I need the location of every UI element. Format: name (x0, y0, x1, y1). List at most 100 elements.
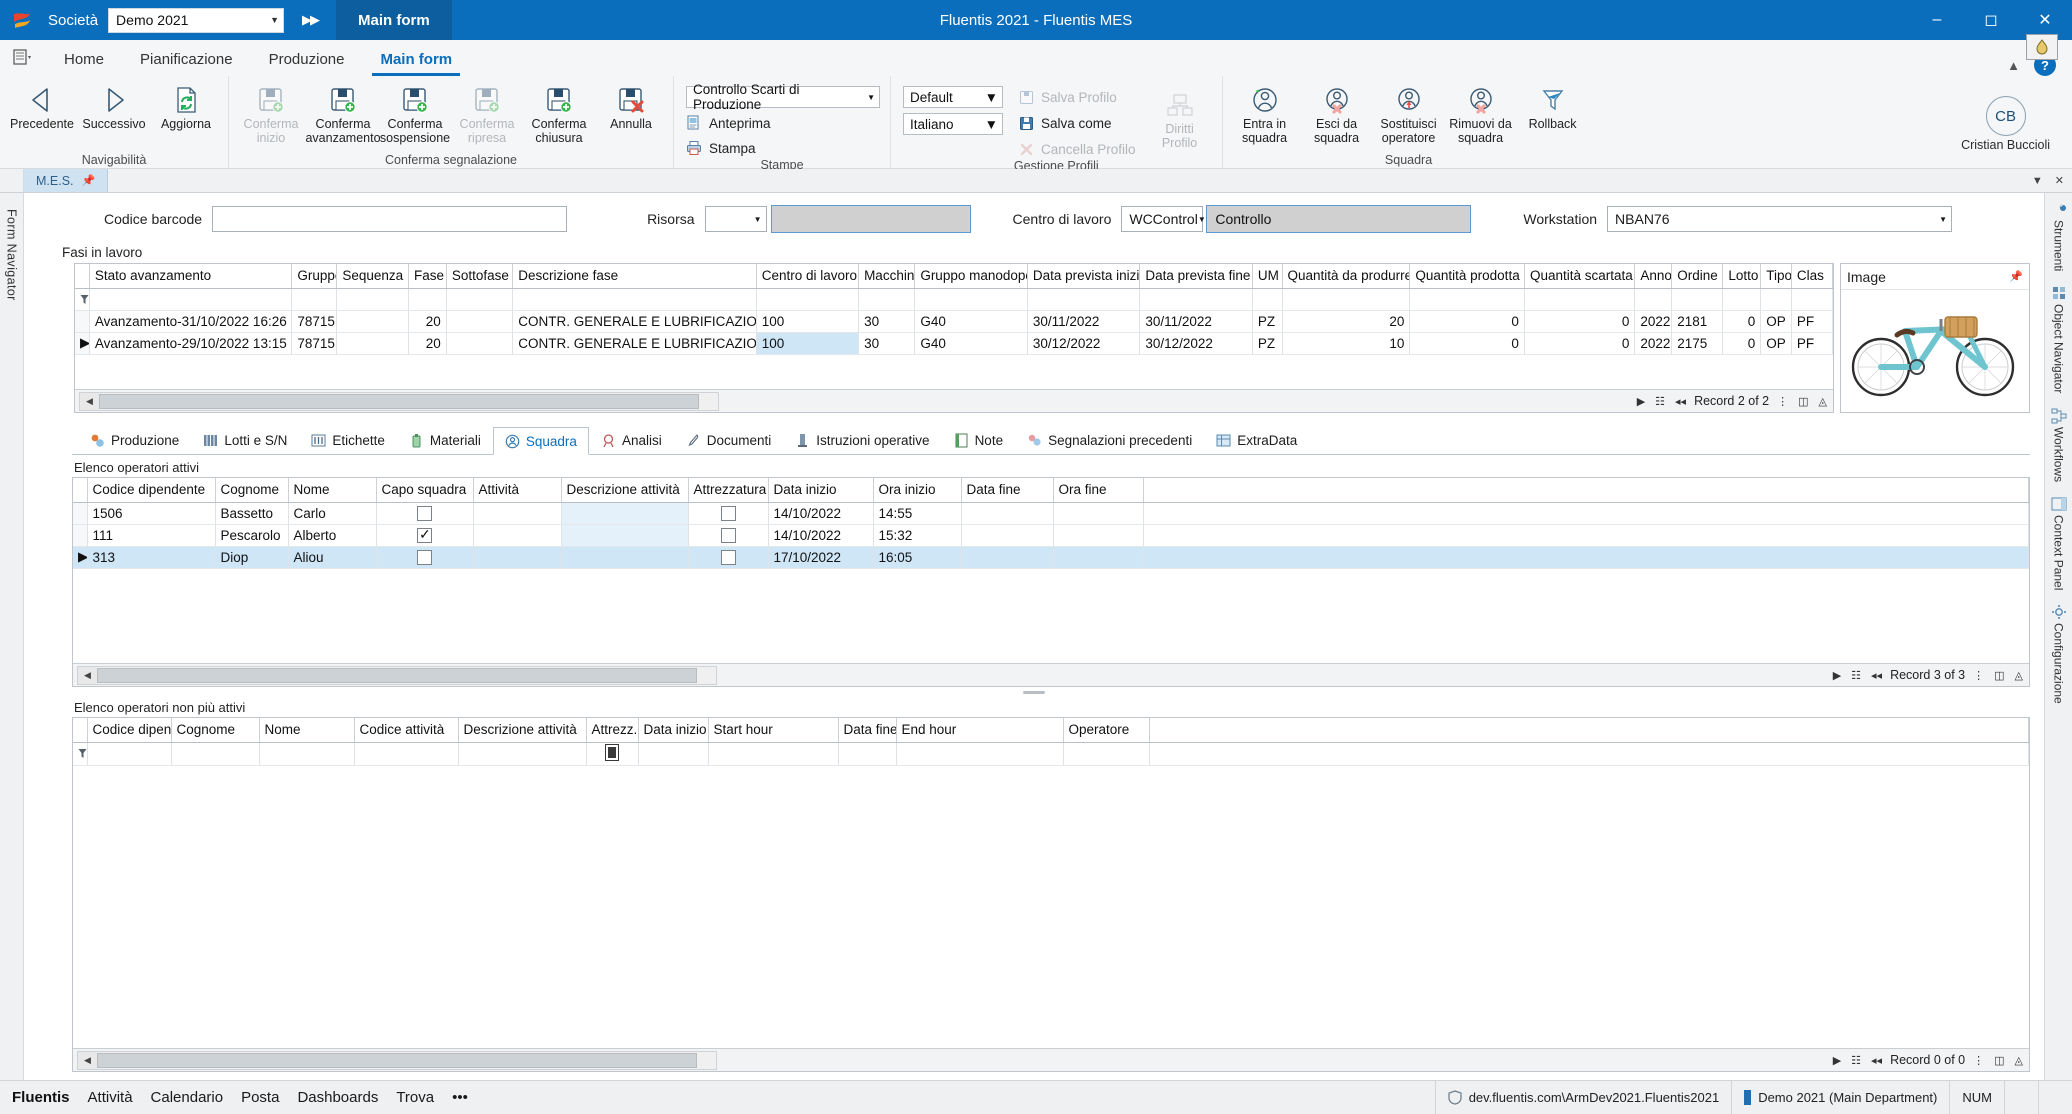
filter-cell[interactable] (259, 742, 355, 766)
tab-extradata[interactable]: ExtraData (1204, 426, 1309, 454)
table-row[interactable]: 111 Pescarolo Alberto 14/10/2022 15:32 (73, 524, 2029, 547)
filter-cell[interactable] (354, 742, 459, 766)
cell-data-fine[interactable] (961, 524, 1054, 547)
cell-ordine[interactable]: 2181 (1671, 310, 1724, 333)
cell-codice-dipendente[interactable]: 1506 (87, 502, 216, 525)
conferma-chiusura-button[interactable]: Conferma chiusura (523, 80, 595, 145)
form-navigator-rail[interactable]: Form Navigator (0, 193, 24, 1080)
cell-anno[interactable]: 2022 (1634, 310, 1673, 333)
filter-cell[interactable] (914, 288, 1028, 311)
cell-data-prevista-fine[interactable]: 30/12/2022 (1139, 332, 1253, 355)
scroll-thumb[interactable] (97, 667, 697, 683)
cell-capo-squadra[interactable] (376, 546, 474, 569)
cell-macchina[interactable]: 30 (858, 310, 916, 333)
cell-attivita[interactable] (473, 502, 562, 525)
status-trova[interactable]: Trova (396, 1089, 434, 1106)
col-quantita-da-produrre[interactable]: Quantità da produrre (1282, 264, 1411, 289)
cell-stato-avanzamento[interactable]: Avanzamento-29/10/2022 13:15 (89, 332, 293, 355)
col-data-inizio[interactable]: Data inizio (638, 718, 709, 743)
tab-etichette[interactable]: Etichette (299, 426, 397, 454)
cancella-profilo-button[interactable]: Cancella Profilo (1019, 139, 1136, 159)
pin-icon[interactable]: 📌 (82, 174, 96, 187)
rail-item-configurazione[interactable]: Configurazione (2051, 604, 2067, 704)
cell-quantita-prodotta[interactable]: 0 (1409, 310, 1525, 333)
cell-centro-di-lavoro[interactable]: 100 (756, 310, 860, 333)
cell-ora-inizio[interactable]: 15:32 (873, 524, 962, 547)
next-record-icon[interactable]: ▶ (1831, 669, 1843, 682)
tab-lotti-sn[interactable]: Lotti e S/N (191, 426, 299, 454)
cell-quantita-scartata[interactable]: 0 (1524, 332, 1636, 355)
tab-note[interactable]: Note (942, 426, 1016, 454)
cell-attivita[interactable] (473, 546, 562, 569)
filter-cell[interactable] (446, 288, 514, 311)
cell-fase[interactable]: 20 (408, 332, 447, 355)
tab-home[interactable]: Home (46, 42, 122, 76)
cell-um[interactable]: PZ (1252, 332, 1283, 355)
collapse-icon[interactable]: ◂◂ (1673, 395, 1688, 408)
collapse-icon[interactable]: ◂◂ (1869, 1054, 1884, 1067)
cell-nome[interactable]: Aliou (288, 546, 377, 569)
filter-cell[interactable] (756, 288, 860, 311)
settings-grid-icon[interactable]: ◬ (2013, 669, 2025, 682)
close-icon[interactable]: ✕ (2055, 174, 2064, 187)
splitter[interactable] (24, 687, 2044, 697)
anteprima-button[interactable]: Anteprima (686, 113, 880, 133)
col-quantita-prodotta[interactable]: Quantità prodotta (1409, 264, 1525, 289)
barcode-input[interactable] (212, 206, 568, 232)
col-ora-fine[interactable]: Ora fine (1053, 478, 1144, 503)
cell-cognome[interactable]: Pescarolo (215, 524, 289, 547)
tristate-checkbox[interactable] (605, 743, 619, 761)
centro-di-lavoro-select[interactable]: WCControl ▼ (1121, 206, 1206, 232)
cell-data-prevista-inizio[interactable]: 30/11/2022 (1027, 310, 1141, 333)
col-macchina[interactable]: Macchina (858, 264, 916, 289)
grid-view-icon[interactable]: ☷ (1849, 1054, 1863, 1067)
cell-descrizione-attivita[interactable] (561, 524, 689, 547)
col-cognome[interactable]: Cognome (171, 718, 260, 743)
tab-main-form[interactable]: Main form (362, 42, 470, 76)
cell-codice-dipendente[interactable]: 111 (87, 524, 216, 547)
cell-sottofase[interactable] (446, 310, 514, 333)
col-descrizione-attivita[interactable]: Descrizione attività (458, 718, 587, 743)
cell-gruppo-manodopera[interactable]: G40 (914, 310, 1028, 333)
close-icon[interactable]: ✕ (2018, 0, 2072, 40)
cell-stato-avanzamento[interactable]: Avanzamento-31/10/2022 16:26 (89, 310, 293, 333)
cell-ordine[interactable]: 2175 (1671, 332, 1724, 355)
app-menu-icon[interactable] (0, 40, 46, 76)
expand-all-icon[interactable]: ◫ (1796, 395, 1810, 408)
conferma-avanzamento-button[interactable]: Conferma avanzamento (305, 80, 381, 145)
cell-data-inizio[interactable]: 17/10/2022 (768, 546, 874, 569)
col-data-prevista-fine[interactable]: Data prevista fine (1139, 264, 1253, 289)
cell-gruppo[interactable]: 78715 (291, 332, 338, 355)
cell-attrezzatura[interactable] (688, 546, 769, 569)
cell-gruppo-manodopera[interactable]: G40 (914, 332, 1028, 355)
col-centro-di-lavoro[interactable]: Centro di lavoro (756, 264, 860, 289)
salva-come-button[interactable]: Salva come (1019, 113, 1136, 133)
pin-icon[interactable]: 📌 (2009, 270, 2023, 283)
cell-sottofase[interactable] (446, 332, 514, 355)
cell-fase[interactable]: 20 (408, 310, 447, 333)
company-select[interactable]: Demo 2021 ▼ (108, 7, 285, 33)
table-row[interactable]: ▶ 313 Diop Aliou 17/10/2022 16:05 (73, 546, 2029, 569)
cell-lotto[interactable]: 0 (1722, 310, 1762, 333)
workstation-select[interactable]: NBAN76 ▼ (1607, 206, 1953, 232)
cell-attivita[interactable] (473, 524, 562, 547)
col-descrizione-fase[interactable]: Descrizione fase (512, 264, 757, 289)
tab-squadra-detail[interactable]: Squadra (492, 427, 589, 455)
filter-cell[interactable] (512, 288, 757, 311)
rail-item-workflows[interactable]: Workflows (2051, 408, 2067, 482)
col-ordine[interactable]: Ordine (1671, 264, 1724, 289)
table-row[interactable]: 1506 Bassetto Carlo 14/10/2022 14:55 (73, 502, 2029, 525)
chevron-down-icon[interactable]: ▼ (2032, 175, 2043, 187)
cell-sequenza[interactable] (336, 332, 409, 355)
col-stato-avanzamento[interactable]: Stato avanzamento (89, 264, 293, 289)
status-posta[interactable]: Posta (241, 1089, 279, 1106)
risorsa-select[interactable]: ▼ (704, 206, 767, 232)
checkbox-attrezzatura[interactable] (720, 505, 736, 521)
cell-tipo[interactable]: OP (1760, 310, 1792, 333)
cell-macchina[interactable]: 30 (858, 332, 916, 355)
col-fase[interactable]: Fase (408, 264, 447, 289)
tab-produzione-detail[interactable]: Produzione (78, 426, 191, 454)
stampa-button[interactable]: Stampa (686, 138, 880, 158)
col-gruppo-manodopera[interactable]: Gruppo manodopera (914, 264, 1028, 289)
status-calendario[interactable]: Calendario (151, 1089, 224, 1106)
